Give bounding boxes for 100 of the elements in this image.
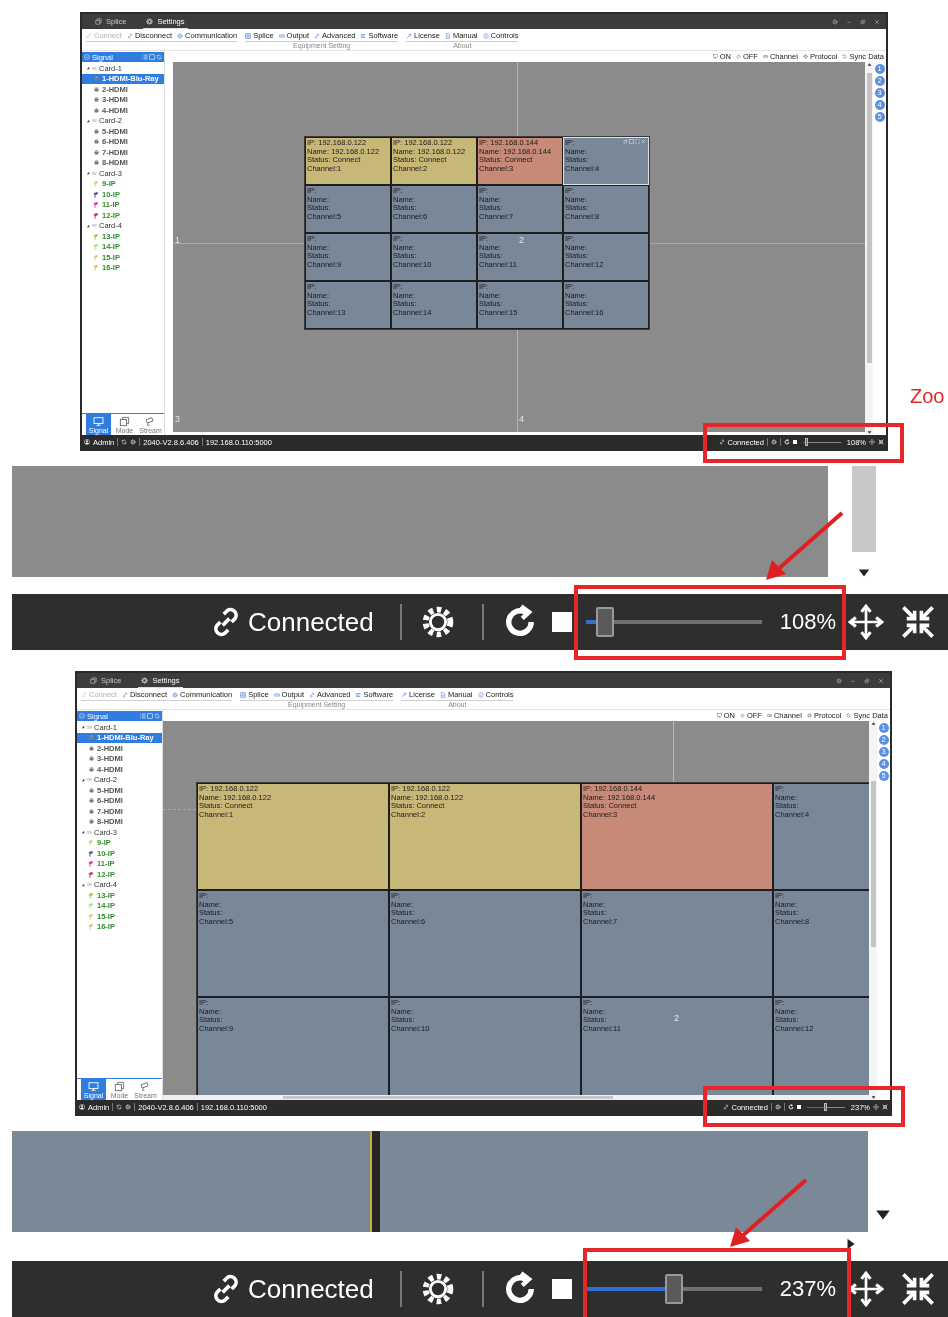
expander-icon[interactable] bbox=[86, 118, 90, 123]
monitor-icon bbox=[716, 713, 722, 718]
expander-icon[interactable] bbox=[86, 66, 90, 71]
vertical-scrollbar[interactable] bbox=[869, 721, 877, 1100]
stop-button[interactable] bbox=[551, 1279, 572, 1299]
move-icon[interactable] bbox=[848, 604, 885, 640]
sync-icon[interactable] bbox=[121, 439, 128, 445]
plug-icon bbox=[88, 786, 95, 794]
card-icon bbox=[91, 170, 98, 176]
stop-button[interactable] bbox=[551, 612, 572, 632]
plug-icon bbox=[93, 85, 100, 93]
screen-number: 2 bbox=[674, 1013, 679, 1023]
link-icon bbox=[126, 32, 133, 39]
screen-number: 3 bbox=[175, 414, 180, 424]
restore-icon[interactable] bbox=[864, 677, 870, 684]
card-icon bbox=[91, 223, 98, 229]
expander-icon[interactable] bbox=[86, 171, 90, 176]
sync-icon bbox=[842, 54, 848, 59]
screen-number: 4 bbox=[519, 414, 524, 424]
expander-icon[interactable] bbox=[86, 223, 90, 228]
link-icon bbox=[309, 691, 316, 698]
settings-icon bbox=[806, 713, 812, 718]
stop-button[interactable] bbox=[796, 1105, 801, 1109]
settings-icon bbox=[172, 691, 179, 698]
card-icon bbox=[86, 724, 93, 730]
link-icon bbox=[121, 691, 128, 698]
settings-icon bbox=[802, 54, 808, 59]
plug-icon bbox=[88, 797, 95, 805]
plug-icon bbox=[93, 75, 100, 83]
collapse-icon[interactable] bbox=[900, 604, 937, 640]
port-icon bbox=[278, 32, 285, 39]
port-icon bbox=[273, 691, 280, 698]
card-icon bbox=[86, 777, 93, 783]
collapse-icon[interactable] bbox=[882, 1104, 888, 1110]
wrench-icon bbox=[401, 691, 408, 698]
expander-icon[interactable] bbox=[81, 725, 85, 730]
document-icon bbox=[439, 691, 446, 698]
expander-icon[interactable] bbox=[81, 830, 85, 835]
link-icon bbox=[81, 691, 87, 698]
monitor-icon bbox=[93, 416, 104, 427]
horizontal-scrollbar[interactable] bbox=[163, 1095, 869, 1100]
card-icon bbox=[91, 65, 98, 71]
card-icon bbox=[91, 118, 98, 124]
collapse-icon[interactable] bbox=[878, 439, 884, 445]
plug-icon bbox=[88, 744, 95, 752]
plug-icon bbox=[93, 96, 100, 104]
zoom-percent: 237% bbox=[779, 1276, 837, 1302]
plug-icon bbox=[93, 127, 100, 135]
refresh-icon[interactable] bbox=[783, 439, 790, 445]
power-icon bbox=[735, 54, 741, 59]
close-icon[interactable] bbox=[874, 18, 880, 25]
sync-icon bbox=[846, 713, 852, 718]
scroll-up-icon bbox=[870, 721, 876, 726]
plug-icon bbox=[88, 734, 95, 742]
port-icon bbox=[766, 713, 772, 718]
camera-icon bbox=[140, 1081, 151, 1092]
plug-icon bbox=[93, 159, 100, 167]
scroll-up-icon bbox=[866, 62, 872, 67]
camera-icon bbox=[145, 416, 156, 427]
sync-icon[interactable] bbox=[116, 1104, 123, 1110]
vertical-scrollbar[interactable] bbox=[865, 62, 873, 435]
grid-icon bbox=[245, 32, 252, 39]
port-icon bbox=[762, 54, 768, 59]
close-icon[interactable] bbox=[878, 677, 884, 684]
slider-thumb[interactable] bbox=[805, 438, 809, 446]
slider-thumb[interactable] bbox=[823, 1103, 827, 1111]
link-icon bbox=[718, 439, 725, 445]
power-icon bbox=[739, 713, 745, 718]
expander-icon[interactable] bbox=[81, 777, 85, 782]
plug-icon bbox=[93, 138, 100, 146]
user-icon bbox=[79, 1104, 85, 1110]
plug-icon bbox=[88, 765, 95, 773]
settings-icon bbox=[146, 17, 154, 25]
zoom-slider[interactable] bbox=[802, 438, 841, 446]
stop-button[interactable] bbox=[792, 440, 797, 444]
collapse-icon[interactable] bbox=[900, 1271, 937, 1307]
expander-icon[interactable] bbox=[81, 882, 85, 887]
link-icon bbox=[314, 32, 321, 39]
info-icon bbox=[477, 691, 484, 698]
monitor-icon bbox=[712, 54, 718, 59]
copy-icon bbox=[95, 17, 102, 25]
monitor-icon bbox=[88, 1081, 99, 1092]
card-icon bbox=[86, 829, 93, 835]
sliders-icon bbox=[355, 691, 362, 698]
slider-thumb[interactable] bbox=[596, 607, 615, 637]
restore-icon[interactable] bbox=[860, 18, 866, 25]
move-icon[interactable] bbox=[848, 1271, 885, 1307]
link-icon bbox=[722, 1104, 729, 1110]
zoom-percent: 108% bbox=[779, 609, 837, 635]
sliders-icon bbox=[360, 32, 367, 39]
wrench-icon bbox=[406, 32, 413, 39]
plug-icon bbox=[93, 148, 100, 156]
refresh-icon[interactable] bbox=[787, 1104, 794, 1110]
link-icon bbox=[86, 32, 92, 39]
user-icon bbox=[84, 439, 90, 445]
plug-icon bbox=[88, 807, 95, 815]
copy-icon bbox=[114, 1081, 125, 1092]
screen-number: 2 bbox=[519, 235, 524, 245]
settings-icon bbox=[141, 676, 149, 684]
slider-thumb[interactable] bbox=[664, 1274, 683, 1304]
